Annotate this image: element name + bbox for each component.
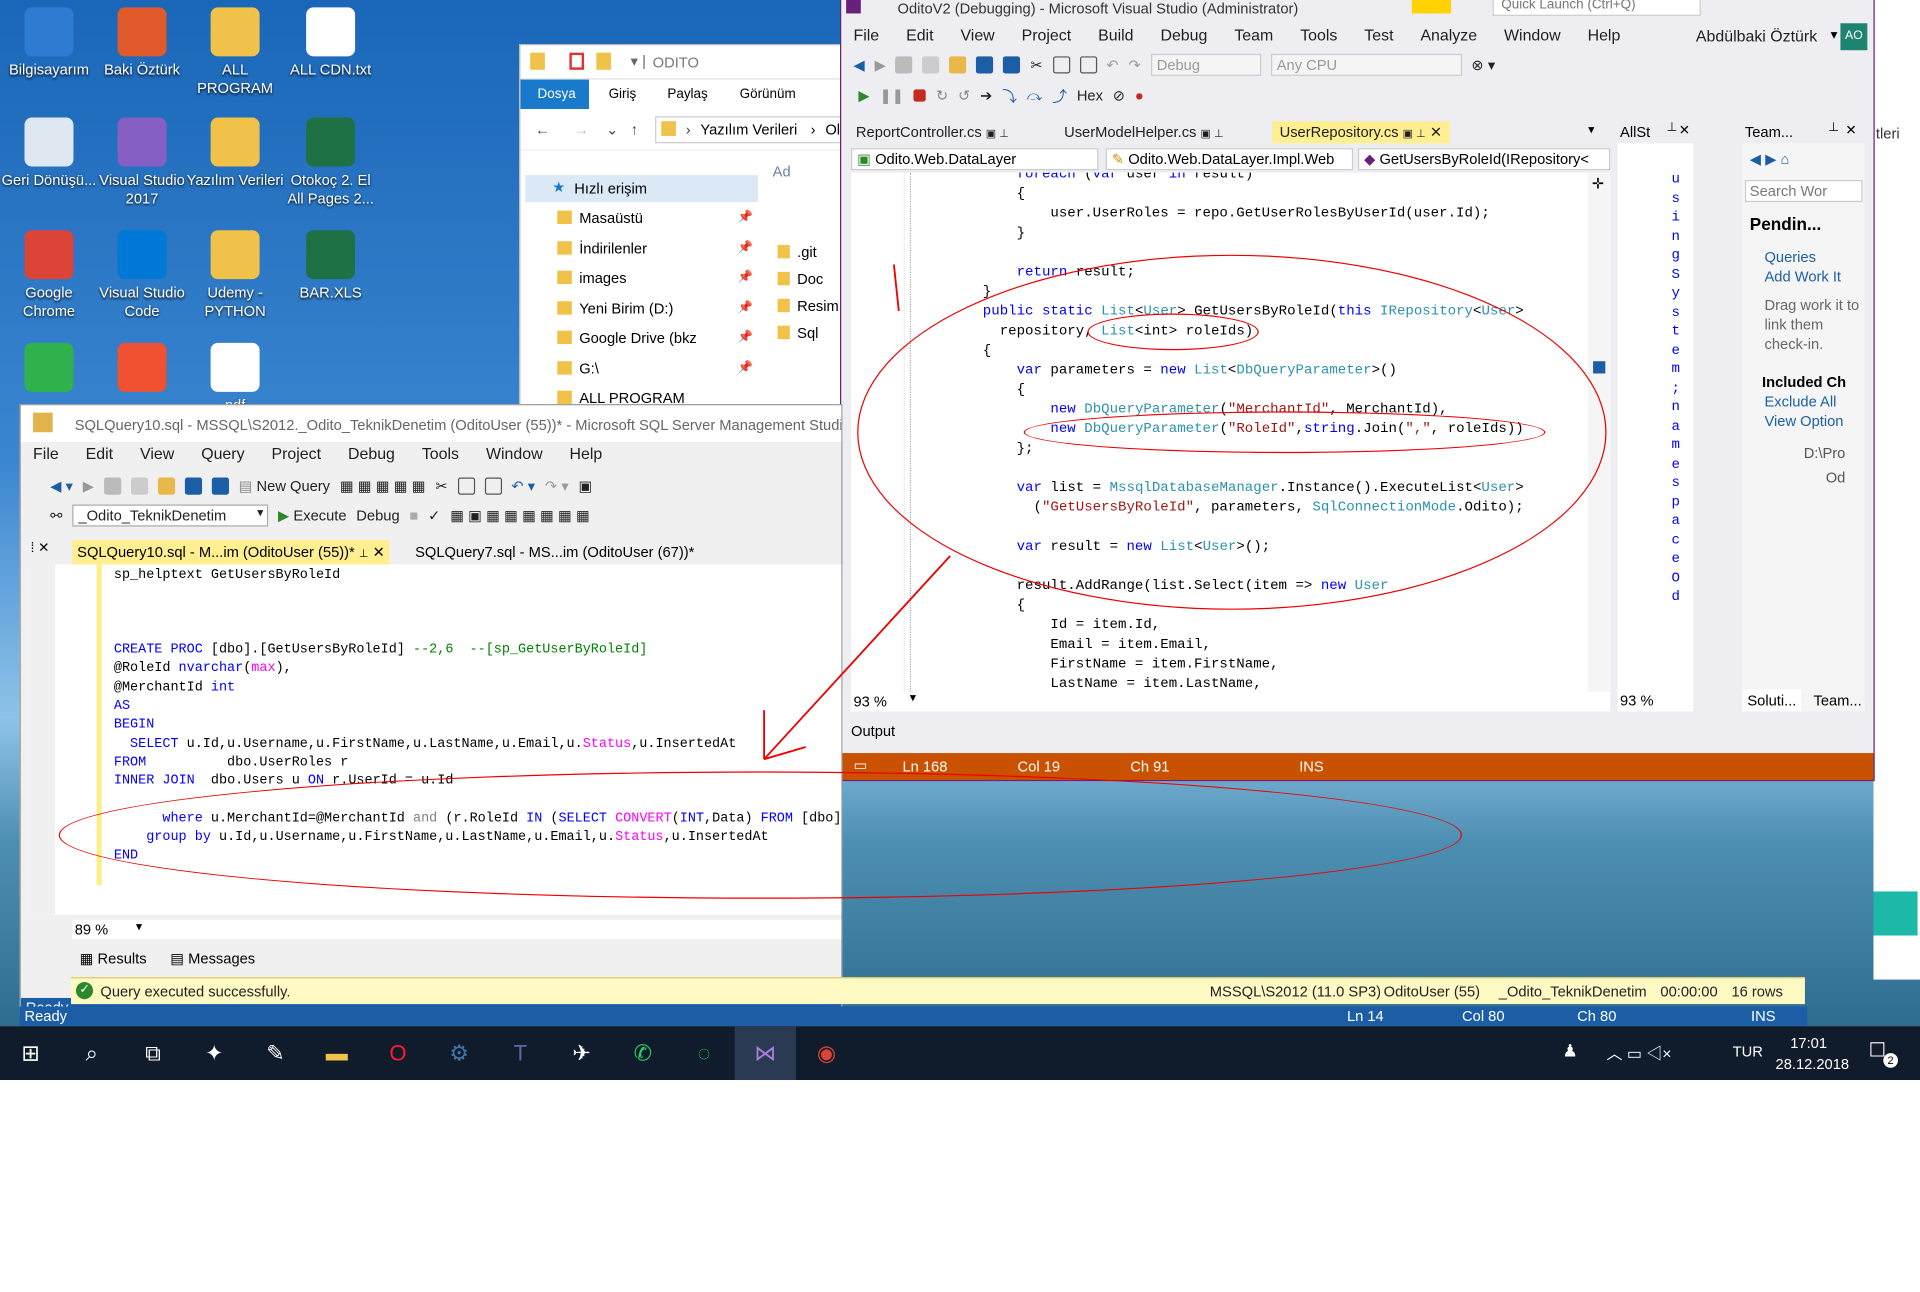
notification-count: 2 <box>1883 1053 1898 1068</box>
whatsapp-icon[interactable]: ✆ <box>612 1026 673 1080</box>
language-indicator[interactable]: TUR <box>1733 1043 1763 1060</box>
people-icon[interactable]: ♟ <box>1562 1041 1577 1062</box>
start-icon[interactable]: ⊞ <box>0 1026 61 1080</box>
taskbar: ⊞ ⌕ ⧉ ✦ ✎ ▬ O ⚙ T ✈ ✆ ◌ ⋈ ◉ ♟ ︿ ▭ ◁× TUR 17:01 28.12.… <box>0 1026 1920 1081</box>
clock-time[interactable]: 17:01 <box>1790 1035 1827 1052</box>
explorer-icon[interactable]: ▬ <box>306 1026 367 1080</box>
screenshot: Bilgisayarım Baki Öztürk ALL PROGRAM ALL CD… <box>0 0 1920 1292</box>
teams-icon[interactable]: T <box>490 1026 551 1080</box>
opera-icon[interactable]: O <box>367 1026 428 1080</box>
vs-icon[interactable]: ⋈ <box>734 1026 796 1081</box>
tool-icon[interactable]: ✈ <box>551 1026 612 1080</box>
annotation-arrow <box>763 264 951 761</box>
app-icon[interactable]: ✦ <box>184 1026 245 1080</box>
spinner-icon[interactable]: ◌ <box>673 1026 734 1080</box>
paint-icon[interactable]: ✎ <box>245 1026 306 1080</box>
search-icon[interactable]: ⌕ <box>61 1026 122 1080</box>
taskbar-apps: ⊞ ⌕ ⧉ ✦ ✎ ▬ O ⚙ T ✈ ✆ ◌ ⋈ ◉ <box>0 1026 857 1081</box>
task-view-icon[interactable]: ⧉ <box>122 1026 183 1080</box>
clock-date[interactable]: 28.12.2018 <box>1776 1056 1850 1073</box>
tray-icons[interactable]: ︿ ▭ ◁× <box>1607 1041 1672 1064</box>
chrome-icon[interactable]: ◉ <box>796 1026 857 1080</box>
python-icon[interactable]: ⚙ <box>429 1026 490 1080</box>
